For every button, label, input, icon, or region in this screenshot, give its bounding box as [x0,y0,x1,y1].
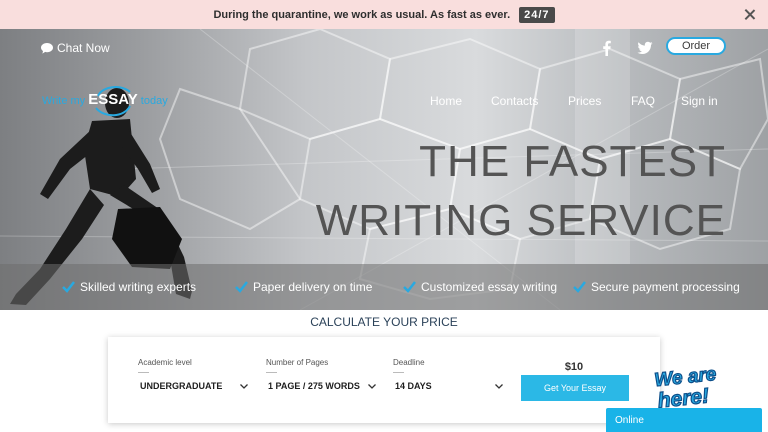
feature-item: Skilled writing experts [62,280,196,294]
nav-sign-in[interactable]: Sign in [681,94,718,108]
field-divider [393,372,404,373]
logo-main: ESSAY [88,91,138,108]
logo-prefix: Write my [42,95,86,107]
calculator-title: CALCULATE YOUR PRICE [310,315,458,329]
feature-item: Customized essay writing [403,280,557,294]
academic-level-select[interactable]: UNDERGRADUATE [140,381,248,391]
price-value: $10 [564,361,584,373]
chat-now-label: Chat Now [57,41,110,55]
feature-label: Customized essay writing [421,280,558,294]
page: During the quarantine, we work as usual.… [0,0,768,432]
deadline-select[interactable]: 14 DAYS [395,381,503,391]
we-are-here-sticker[interactable]: We are here! [640,363,732,409]
order-button[interactable]: Order [666,37,726,55]
feature-label: Secure payment processing [591,280,740,294]
price-calculator: Academic level UNDERGRADUATE Number of P… [108,337,660,423]
hero-section: Chat Now Order Write my ESSAY today Home… [0,29,768,310]
pages-label: Number of Pages [266,358,329,367]
field-divider [138,372,149,373]
get-your-essay-button[interactable]: Get Your Essay [521,375,629,401]
logo-text: Write my ESSAY today [42,91,168,108]
chevron-down-icon [368,383,376,389]
we-are-here-line-2: here! [657,384,710,409]
deadline-value: 14 DAYS [395,381,432,391]
chevron-down-icon [495,383,503,389]
close-icon[interactable] [743,8,756,21]
checkmark-icon [403,281,416,293]
hero-headline-line-2: WRITING SERVICE [315,196,726,245]
chat-bubble-icon [41,42,53,54]
checkmark-icon [235,281,248,293]
nav-faq[interactable]: FAQ [631,94,655,108]
pages-select[interactable]: 1 PAGE / 275 WORDS [268,381,376,391]
availability-badge: 24/7 [519,6,555,23]
checkmark-icon [573,281,586,293]
online-chat-bar[interactable]: Online [606,408,762,432]
features-strip: Skilled writing experts Paper delivery o… [0,264,768,310]
nav-prices[interactable]: Prices [568,94,601,108]
deadline-label: Deadline [393,358,425,367]
feature-item: Secure payment processing [573,280,740,294]
site-logo[interactable]: Write my ESSAY today [42,82,172,122]
feature-label: Paper delivery on time [253,280,373,294]
field-divider [266,372,277,373]
announcement-bar: During the quarantine, we work as usual.… [0,0,768,29]
chevron-down-icon [240,383,248,389]
announcement-text: During the quarantine, we work as usual.… [213,8,511,21]
academic-level-value: UNDERGRADUATE [140,381,223,391]
chat-now-link[interactable]: Chat Now [41,41,110,55]
twitter-icon[interactable] [637,40,653,56]
pages-value: 1 PAGE / 275 WORDS [268,381,360,391]
nav-home[interactable]: Home [430,94,462,108]
checkmark-icon [62,281,75,293]
feature-item: Paper delivery on time [235,280,372,294]
nav-contacts[interactable]: Contacts [491,94,538,108]
feature-label: Skilled writing experts [80,280,197,294]
logo-suffix: today [140,95,168,107]
hero-headline-line-1: THE FASTEST [419,137,726,186]
facebook-icon[interactable] [599,40,615,56]
academic-level-label: Academic level [138,358,192,367]
